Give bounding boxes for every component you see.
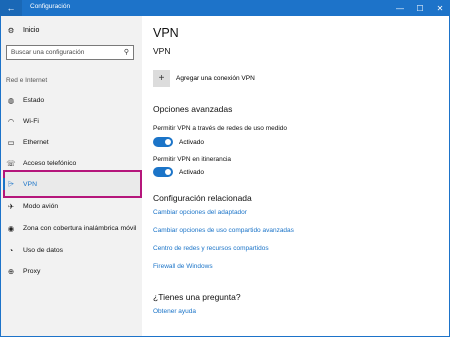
window-frame <box>0 16 450 337</box>
close-button[interactable]: ✕ <box>430 0 450 16</box>
maximize-button[interactable]: ☐ <box>410 0 430 16</box>
window-title: Configuración <box>30 3 71 10</box>
minimize-button[interactable]: — <box>390 0 410 16</box>
title-bar: ← Configuración — ☐ ✕ <box>0 0 450 16</box>
back-button[interactable]: ← <box>0 0 22 16</box>
back-arrow-icon: ← <box>6 3 16 13</box>
